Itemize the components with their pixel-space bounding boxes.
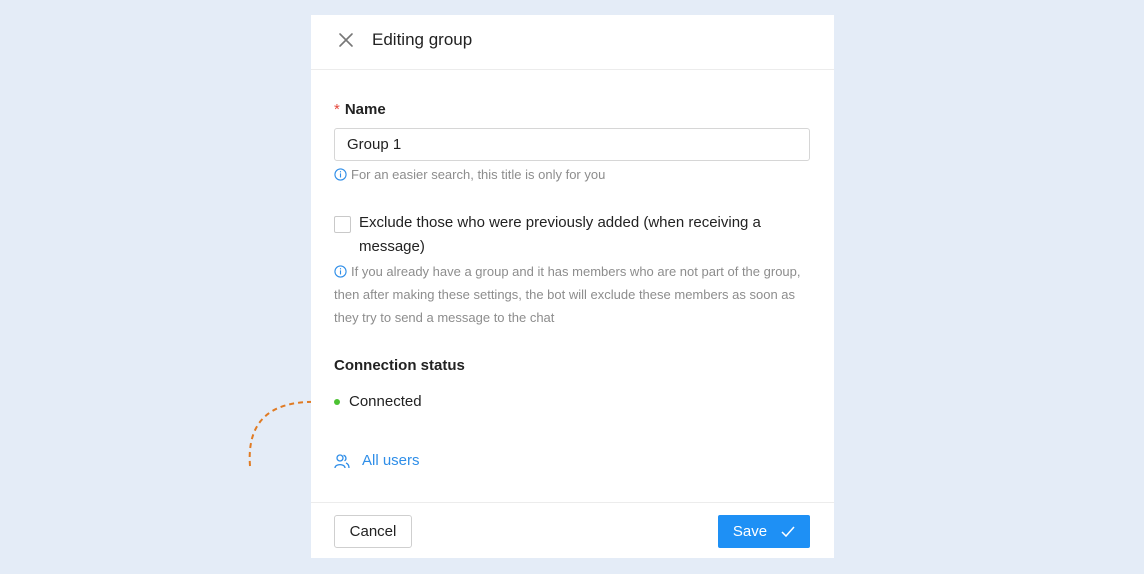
save-button-label: Save — [732, 523, 768, 540]
connection-status-text: Connected — [349, 393, 422, 410]
edit-group-modal: Editing group *Name For an easier search… — [311, 15, 834, 558]
modal-header: Editing group — [311, 15, 834, 70]
name-label-text: Name — [344, 101, 386, 118]
required-mark: * — [334, 101, 340, 118]
name-label: * Name — [334, 101, 386, 118]
status-dot — [334, 398, 340, 405]
exclude-hint: If you already have a group and it has m… — [334, 260, 810, 329]
cancel-button-label: Cancel — [349, 523, 397, 540]
info-icon — [334, 168, 347, 181]
exclude-hint-text: If you already have a group and it has m… — [334, 264, 801, 325]
exclude-checkbox-label[interactable]: Exclude those who were previously added … — [359, 211, 789, 259]
connection-status-label: Connection status — [334, 357, 465, 374]
modal-footer: Cancel Save — [311, 502, 834, 559]
modal-title: Editing group — [372, 30, 473, 49]
all-users-label: All users — [362, 452, 420, 469]
close-button[interactable] — [337, 31, 355, 49]
info-icon — [334, 265, 347, 278]
connection-status: Connected — [334, 393, 422, 410]
name-input[interactable] — [334, 128, 810, 161]
users-icon — [334, 453, 350, 468]
check-icon — [781, 526, 795, 537]
close-icon — [339, 33, 353, 47]
exclude-checkbox[interactable] — [334, 216, 351, 233]
name-hint-text: For an easier search, this title is only… — [351, 167, 606, 182]
cancel-button[interactable]: Cancel — [334, 515, 412, 548]
all-users-link[interactable]: All users — [334, 452, 420, 469]
name-hint: For an easier search, this title is only… — [334, 163, 605, 186]
save-button[interactable]: Save — [718, 515, 810, 548]
